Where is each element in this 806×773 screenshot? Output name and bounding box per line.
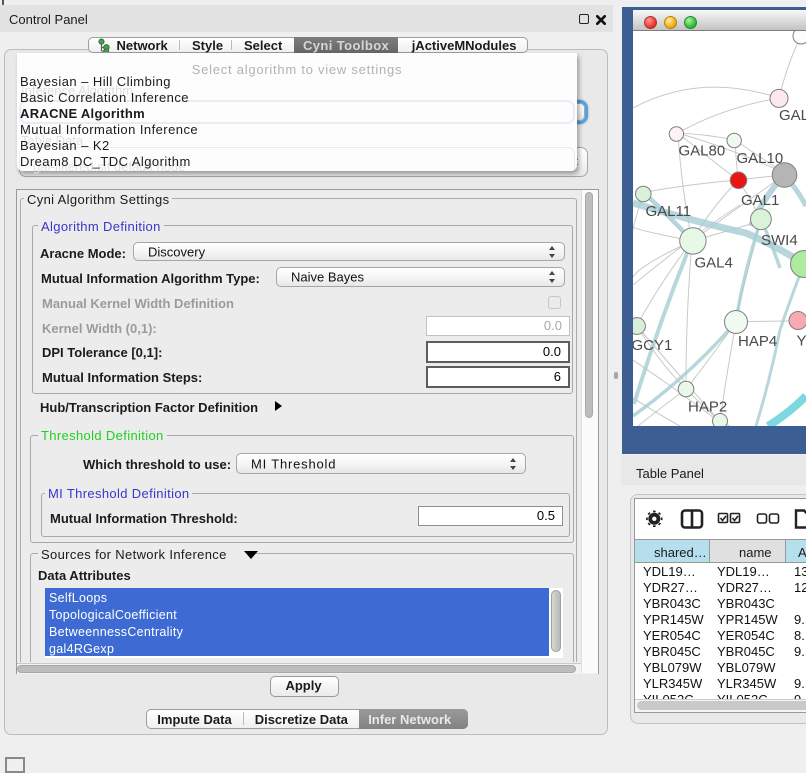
svg-text:GAL: GAL xyxy=(779,107,806,124)
svg-text:Y: Y xyxy=(797,333,806,350)
svg-text:GAL4: GAL4 xyxy=(695,255,733,272)
svg-text:GAL10: GAL10 xyxy=(737,150,784,167)
svg-text:GAL1: GAL1 xyxy=(741,192,779,209)
svg-text:GCY1: GCY1 xyxy=(633,337,672,354)
svg-text:HAP4: HAP4 xyxy=(738,333,777,350)
svg-text:HAP2: HAP2 xyxy=(688,399,727,416)
svg-text:SWI4: SWI4 xyxy=(761,232,798,249)
svg-text:GAL11: GAL11 xyxy=(646,203,692,220)
svg-text:GAL80: GAL80 xyxy=(679,143,726,160)
